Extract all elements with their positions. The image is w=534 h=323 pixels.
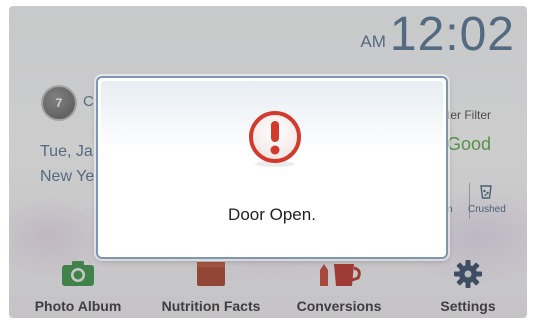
exclamation-icon [249,111,301,167]
door-open-dialog[interactable]: Door Open. [96,76,448,259]
dialog-message: Door Open. [228,205,316,224]
dialog-body: Door Open. [101,81,443,254]
